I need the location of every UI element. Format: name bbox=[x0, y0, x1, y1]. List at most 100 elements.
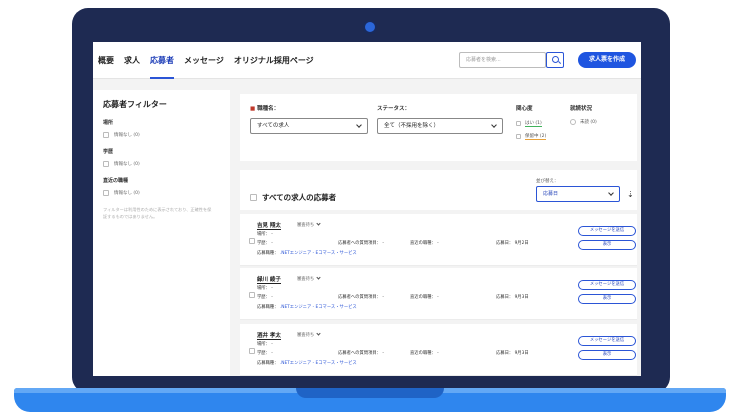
checkbox[interactable] bbox=[103, 190, 109, 196]
job-filter-label-text: 職種名： bbox=[257, 106, 280, 112]
filter-option-education[interactable]: 情報なし (0) bbox=[103, 161, 220, 167]
filter-option-label: 情報なし (0) bbox=[114, 191, 140, 196]
applicant-name[interactable]: 酒井 孝太 bbox=[257, 331, 281, 340]
interest-label: 関心度 bbox=[516, 106, 533, 112]
checkbox[interactable] bbox=[516, 134, 521, 139]
applicant-recent-job: 直近の職種： - bbox=[410, 240, 439, 246]
applicant-checkbox[interactable] bbox=[249, 238, 255, 244]
create-job-button[interactable]: 求人票を作成 bbox=[578, 52, 636, 68]
applied-job-link[interactable]: .NETエンジニア - Eコマース・サービス bbox=[280, 305, 357, 310]
select-all-checkbox[interactable] bbox=[250, 194, 257, 201]
nav-career-page[interactable]: オリジナル採用ページ bbox=[234, 42, 314, 79]
nav-messages[interactable]: メッセージ bbox=[184, 42, 224, 79]
nav-jobs[interactable]: 求人 bbox=[124, 42, 140, 79]
interest-option-yes[interactable]: はい (1) bbox=[516, 120, 542, 127]
chevron-down-icon bbox=[608, 190, 614, 196]
chevron-down-icon bbox=[316, 275, 321, 280]
filter-section-recent-job: 直近の職種 bbox=[103, 178, 129, 184]
location-value: - bbox=[271, 342, 273, 347]
sidebar-note: フィルターは利用性のために表示されており、正確性を保証するものではありません。 bbox=[103, 207, 212, 219]
date-label: 応募日： bbox=[496, 295, 514, 300]
send-message-button[interactable]: メッセージを送信 bbox=[578, 280, 636, 290]
chevron-down-icon bbox=[356, 122, 362, 128]
applicant-card[interactable]: 酒井 孝太 審査待ち 場所： - 学歴： - 応募者への質問項目： - 直近の職… bbox=[240, 324, 637, 376]
job-filter-label: ■ 職種名： bbox=[250, 104, 279, 112]
status-select-value: 全て（不採用を除く） bbox=[384, 123, 440, 129]
applicant-status-dropdown[interactable]: 審査待ち bbox=[297, 275, 321, 282]
location-label: 場所： bbox=[257, 286, 270, 291]
radio[interactable] bbox=[570, 119, 576, 125]
view-button[interactable]: 表示 bbox=[578, 350, 636, 360]
recent-job-label: 直近の職種： bbox=[410, 351, 436, 356]
location-label: 場所： bbox=[257, 342, 270, 347]
job-select[interactable]: すべての求人 bbox=[250, 118, 368, 134]
recent-job-value: - bbox=[437, 295, 439, 300]
applicant-education: 学歴： - bbox=[257, 240, 273, 246]
applicant-question: 応募者への質問項目： - bbox=[338, 350, 384, 356]
send-message-button[interactable]: メッセージを送信 bbox=[578, 226, 636, 236]
checkbox[interactable] bbox=[103, 132, 109, 138]
location-value: - bbox=[271, 232, 273, 237]
applicant-checkbox[interactable] bbox=[249, 348, 255, 354]
location-value: - bbox=[271, 286, 273, 291]
main-nav: 概要 求人 応募者 メッセージ オリジナル採用ページ bbox=[98, 42, 324, 79]
search-button[interactable] bbox=[546, 52, 564, 68]
filter-option-label: 情報なし (0) bbox=[114, 162, 140, 167]
app-screen: 概要 求人 応募者 メッセージ オリジナル採用ページ 応募者を検索... 求人票… bbox=[93, 42, 641, 376]
question-label: 応募者への質問項目： bbox=[338, 351, 381, 356]
nav-overview[interactable]: 概要 bbox=[98, 42, 114, 79]
date-label: 応募日： bbox=[496, 241, 514, 246]
screening-option-unread[interactable]: 未読 (0) bbox=[570, 119, 597, 125]
status-filter-label: ステータス： bbox=[377, 106, 411, 112]
applicant-status-dropdown[interactable]: 審査待ち bbox=[297, 221, 321, 228]
applied-job-link[interactable]: .NETエンジニア - Eコマース・サービス bbox=[280, 361, 357, 366]
sort-select[interactable]: 応募日 bbox=[536, 186, 620, 202]
education-label: 学歴： bbox=[257, 295, 270, 300]
location-label: 場所： bbox=[257, 232, 270, 237]
nav-applicants[interactable]: 応募者 bbox=[150, 42, 174, 79]
date-value: 9月2日 bbox=[514, 241, 529, 246]
applicant-applied-job: 応募職種： .NETエンジニア - Eコマース・サービス bbox=[257, 250, 357, 256]
applied-job-link[interactable]: .NETエンジニア - Eコマース・サービス bbox=[280, 251, 357, 256]
interest-yes-label: はい (1) bbox=[525, 121, 542, 127]
education-value: - bbox=[271, 295, 273, 300]
checkbox[interactable] bbox=[516, 121, 521, 126]
view-button[interactable]: 表示 bbox=[578, 240, 636, 250]
applicant-status-dropdown[interactable]: 審査待ち bbox=[297, 331, 321, 338]
applicant-name[interactable]: 緑川 綾子 bbox=[257, 275, 281, 284]
applicant-card[interactable]: 吉見 翔太 審査待ち 場所： - 学歴： - 応募者への質問項目： - 直近の職… bbox=[240, 214, 637, 266]
camera-icon bbox=[363, 20, 377, 34]
applicant-recent-job: 直近の職種： - bbox=[410, 350, 439, 356]
view-button[interactable]: 表示 bbox=[578, 294, 636, 304]
screening-option-label: 未読 (0) bbox=[580, 120, 597, 125]
applicant-date: 応募日： 9月2日 bbox=[496, 240, 529, 246]
filter-section-education: 学歴 bbox=[103, 149, 114, 155]
interest-option-pending[interactable]: 保留中 (2) bbox=[516, 133, 547, 140]
chevron-down-icon bbox=[316, 331, 321, 336]
checkbox[interactable] bbox=[103, 161, 109, 167]
applicant-search-input[interactable]: 応募者を検索... bbox=[459, 52, 546, 68]
education-value: - bbox=[271, 351, 273, 356]
screening-label: 就読状況 bbox=[570, 106, 593, 112]
interest-pending-label: 保留中 (2) bbox=[525, 134, 547, 140]
filter-section-location: 場所 bbox=[103, 120, 114, 126]
question-value: - bbox=[382, 351, 384, 356]
send-message-button[interactable]: メッセージを送信 bbox=[578, 336, 636, 346]
chevron-down-icon bbox=[491, 122, 497, 128]
applicant-filter-sidebar: 応募者フィルター 場所 情報なし (0) 学歴 情報なし (0) 直近の職種 情… bbox=[93, 90, 230, 376]
applicant-status: 審査待ち bbox=[297, 223, 315, 228]
question-value: - bbox=[382, 241, 384, 246]
sort-direction-icon[interactable]: ⇣ bbox=[627, 190, 634, 199]
filter-option-label: 情報なし (0) bbox=[114, 133, 140, 138]
applicant-checkbox[interactable] bbox=[249, 292, 255, 298]
applicant-name[interactable]: 吉見 翔太 bbox=[257, 221, 281, 230]
applicant-question: 応募者への質問項目： - bbox=[338, 294, 384, 300]
applicant-education: 学歴： - bbox=[257, 294, 273, 300]
search-icon-handle bbox=[557, 61, 562, 65]
filter-option-recent-job[interactable]: 情報なし (0) bbox=[103, 190, 220, 196]
filter-option-location[interactable]: 情報なし (0) bbox=[103, 132, 220, 138]
applicant-card[interactable]: 緑川 綾子 審査待ち 場所： - 学歴： - 応募者への質問項目： - 直近の職… bbox=[240, 268, 637, 320]
education-value: - bbox=[271, 241, 273, 246]
applicant-location: 場所： - bbox=[257, 341, 273, 347]
status-select[interactable]: 全て（不採用を除く） bbox=[377, 118, 503, 134]
